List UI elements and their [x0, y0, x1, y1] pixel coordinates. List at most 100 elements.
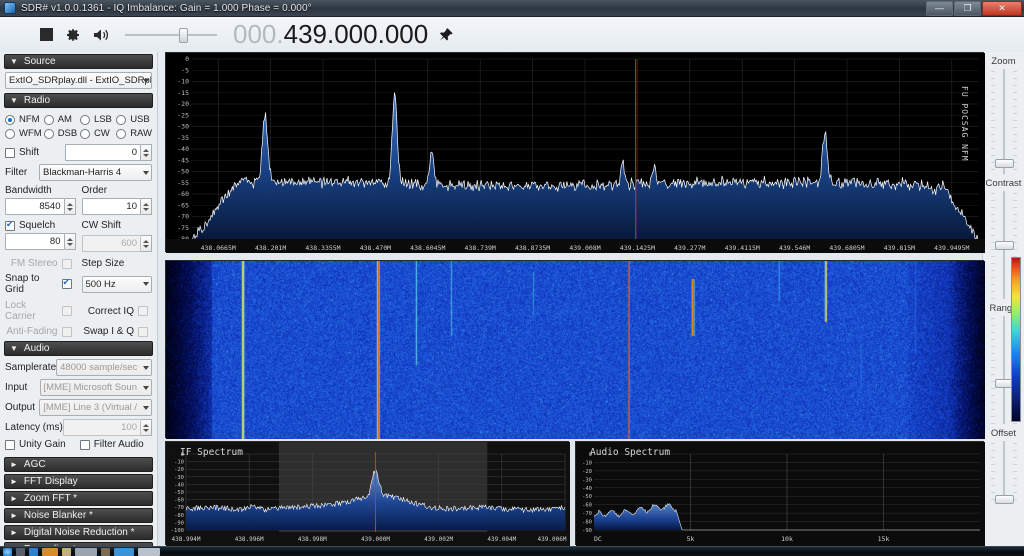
antifading-label: Anti-Fading [6, 326, 58, 337]
shift-checkbox[interactable] [5, 147, 15, 158]
pin-icon[interactable] [438, 27, 454, 43]
samplerate-select[interactable]: 48000 sample/sec [56, 359, 153, 376]
shift-input[interactable]: 0 [65, 144, 141, 161]
source-panel-header[interactable]: ▼ Source [4, 54, 153, 69]
frequency-display[interactable]: 000. 439.000.000 [233, 19, 428, 50]
zoom-slider[interactable] [983, 69, 1024, 174]
taskbar-icon[interactable] [62, 547, 71, 556]
rf-spectrum-panel[interactable]: FU POCSAG NFM 0 -5 -10 -15 -20 -25 -30 -35 -40 -4… [165, 52, 985, 253]
mode-lsb[interactable]: LSB [79, 114, 114, 125]
gear-icon[interactable] [65, 27, 81, 43]
zoom-slider-thumb[interactable] [995, 159, 1014, 168]
mode-cw[interactable]: CW [79, 128, 114, 139]
mode-wfm[interactable]: WFM [5, 128, 42, 139]
svg-text:439.815M: 439.815M [884, 244, 915, 252]
svg-text:-60: -60 [177, 190, 189, 198]
if-spectrum-panel[interactable]: IF Spectrum 0 -10 -20 -30 -40 -50 -60 -70 -80 -90… [165, 441, 570, 546]
svg-text:-10: -10 [582, 460, 592, 466]
svg-text:439.000M: 439.000M [361, 536, 390, 543]
radio-icon [79, 114, 90, 125]
close-button[interactable]: ✕ [982, 0, 1022, 16]
cwshift-label: CW Shift [81, 220, 121, 231]
waterfall-panel[interactable] [165, 260, 985, 439]
order-input[interactable]: 10 [81, 198, 141, 215]
latency-input[interactable]: 100 [63, 419, 141, 436]
taskbar-icon[interactable] [114, 547, 134, 556]
dnr-panel-header[interactable]: ► Digital Noise Reduction * [4, 525, 153, 540]
offset-slider-thumb[interactable] [995, 495, 1014, 504]
frequency-leading-zeros: 000. [233, 19, 284, 49]
source-device-select[interactable]: ExtIO_SDRplay.dll - ExtIO_SDRplay.dll [5, 72, 152, 89]
order-stepper[interactable] [141, 198, 152, 215]
latency-label: Latency (ms) [5, 422, 63, 433]
mode-label: AM [57, 114, 72, 125]
svg-text:-15: -15 [177, 89, 189, 97]
taskbar-icon[interactable] [75, 547, 97, 556]
waterfall-canvas[interactable] [166, 261, 985, 439]
taskbar-icon[interactable] [42, 547, 58, 556]
maximize-button[interactable]: ❐ [954, 0, 981, 16]
svg-text:5k: 5k [687, 535, 695, 543]
agc-panel-header[interactable]: ► AGC [4, 457, 153, 472]
svg-text:438.994M: 438.994M [172, 536, 201, 543]
signal-annotation: FU POCSAG NFM [960, 86, 969, 162]
input-device-select[interactable]: [MME] Microsoft Soun [39, 379, 152, 396]
radio-panel-title: Radio [23, 95, 51, 106]
latency-stepper[interactable] [141, 419, 152, 436]
filteraudio-checkbox[interactable] [79, 439, 90, 450]
taskbar-icon[interactable] [138, 547, 160, 556]
audio-panel-header[interactable]: ▼ Audio [4, 341, 153, 356]
contrast-slider-thumb[interactable] [995, 241, 1014, 250]
unitygain-checkbox[interactable] [5, 439, 15, 450]
windows-taskbar[interactable] [0, 546, 1024, 556]
speaker-icon[interactable] [93, 27, 111, 43]
volume-thumb[interactable] [179, 27, 188, 43]
chevron-down-icon: ▼ [10, 96, 18, 105]
stepsize-select[interactable]: 500 Hz [81, 275, 152, 293]
chevron-right-icon: ► [10, 494, 18, 503]
shift-row: Shift 0 [5, 144, 152, 161]
taskbar-icon[interactable] [16, 547, 25, 556]
mode-am[interactable]: AM [43, 114, 78, 125]
mode-nfm[interactable]: NFM [5, 114, 42, 125]
stop-button[interactable] [40, 28, 53, 41]
output-label: Output [5, 402, 36, 413]
bandwidth-stepper[interactable] [64, 198, 76, 215]
offset-slider[interactable] [983, 441, 1024, 504]
rf-spectrum-plot[interactable]: 0 -5 -10 -15 -20 -25 -30 -35 -40 -45 -50 -55 -60 -65 -… [166, 53, 985, 253]
mode-dsb[interactable]: DSB [43, 128, 78, 139]
shift-stepper[interactable] [141, 144, 152, 161]
radio-panel-header[interactable]: ▼ Radio [4, 93, 153, 108]
svg-text:-40: -40 [174, 482, 184, 488]
audio-spectrum-panel[interactable]: Audio Spectrum 0 -10 -20 -30 -40 -50 -60 -70 -80… [575, 441, 985, 546]
squelch-input[interactable]: 80 [5, 233, 65, 250]
correctiq-checkbox[interactable] [138, 306, 148, 316]
volume-slider[interactable] [125, 26, 217, 44]
audio-spectrum-title: Audio Spectrum [590, 447, 671, 458]
zoom-fft-panel-header[interactable]: ► Zoom FFT * [4, 491, 153, 506]
radio-panel-body: NFM AM LSB USB WFM DSB CW RAW Shift 0 Fi… [0, 108, 157, 339]
mode-usb[interactable]: USB [116, 114, 152, 125]
noise-blanker-panel-header[interactable]: ► Noise Blanker * [4, 508, 153, 523]
svg-text:-70: -70 [582, 511, 592, 517]
squelch-checkbox[interactable] [5, 219, 15, 231]
snaptogrid-checkbox[interactable] [61, 277, 72, 289]
noise-blanker-panel-title: Noise Blanker * [23, 510, 93, 521]
taskbar-icon[interactable] [101, 547, 110, 556]
fft-display-panel-header[interactable]: ► FFT Display [4, 474, 153, 489]
svg-text:439.004M: 439.004M [487, 536, 516, 543]
filter-select[interactable]: Blackman-Harris 4 [39, 164, 152, 181]
mode-label: CW [93, 128, 110, 139]
frequency-value: 439.000.000 [283, 19, 429, 49]
bandwidth-input[interactable]: 8540 [5, 198, 65, 215]
hamburger-menu-icon[interactable] [8, 27, 28, 42]
squelch-stepper[interactable] [64, 233, 76, 250]
minimize-button[interactable]: — [926, 0, 953, 16]
start-button[interactable] [3, 547, 12, 556]
output-device-select[interactable]: [MME] Line 3 (Virtual / [39, 399, 152, 416]
stepsize-label: Step Size [81, 258, 125, 269]
mode-raw[interactable]: RAW [116, 128, 152, 139]
swapiq-checkbox[interactable] [138, 326, 148, 337]
svg-text:438.201M: 438.201M [255, 244, 286, 252]
taskbar-icon[interactable] [29, 547, 38, 556]
